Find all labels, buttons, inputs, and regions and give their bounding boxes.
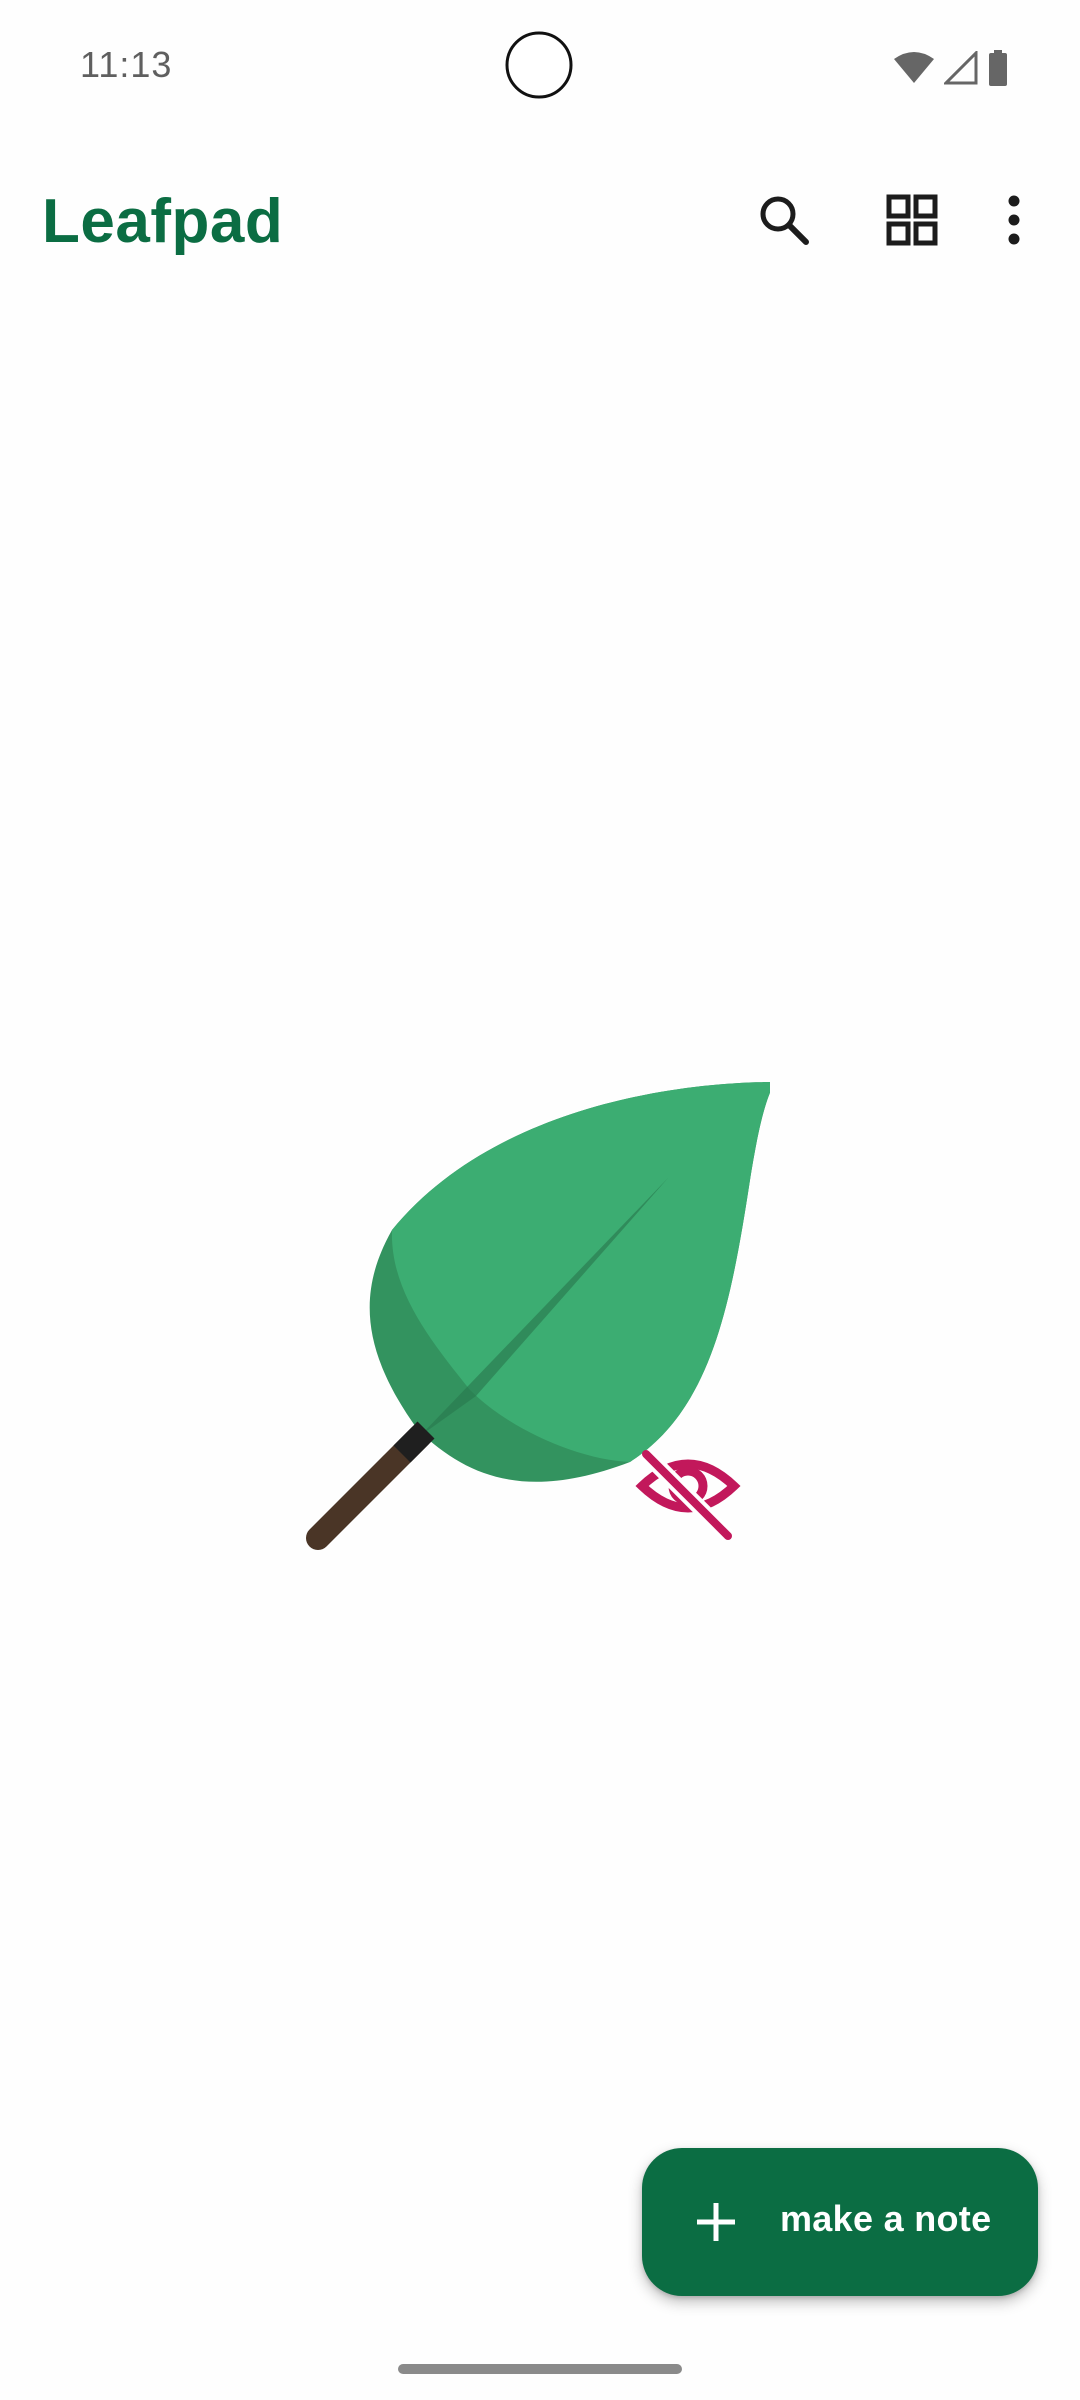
more-options-button[interactable] — [984, 180, 1044, 260]
grid-view-icon — [886, 194, 938, 246]
cell-signal-icon — [944, 51, 978, 85]
app-title: Leafpad — [42, 187, 284, 256]
status-time: 11:13 — [80, 44, 173, 85]
make-note-label: make a note — [780, 2198, 992, 2239]
search-icon — [760, 196, 809, 245]
status-bar: 11:13 — [0, 0, 1080, 132]
make-note-button[interactable]: make a note — [642, 2148, 1038, 2296]
app-screen: 11:13 Leafpad make a note — [0, 0, 1080, 2400]
app-bar: Leafpad — [0, 150, 1080, 290]
plus-icon — [697, 2203, 735, 2241]
status-icons — [894, 48, 1008, 88]
search-button[interactable] — [744, 180, 824, 260]
wifi-icon — [894, 52, 934, 83]
grid-view-button[interactable] — [872, 180, 952, 260]
camera-cutout — [505, 31, 573, 99]
visibility-off-icon — [635, 1448, 741, 1542]
battery-icon — [989, 50, 1007, 86]
empty-notes-illustration — [306, 1082, 770, 1550]
gesture-nav-handle[interactable] — [398, 2364, 682, 2374]
more-vert-icon — [1008, 195, 1020, 245]
